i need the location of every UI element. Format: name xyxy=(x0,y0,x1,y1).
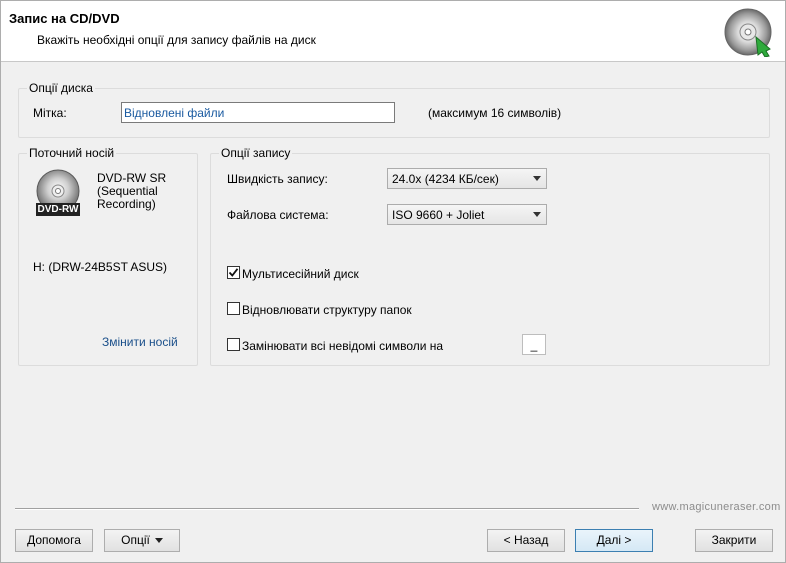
dvd-rw-disc-icon: DVD-RW xyxy=(34,169,82,219)
label-hint: (максимум 16 символів) xyxy=(428,106,562,120)
restore-structure-label[interactable]: Відновлювати структуру папок xyxy=(242,303,412,317)
write-options-group: Опції запису Швидкість запису: 24.0x (42… xyxy=(210,146,770,366)
wizard-subtitle: Вкажіть необхідні опції для запису файлі… xyxy=(37,33,316,47)
disc-options-title: Опції диска xyxy=(27,81,95,95)
disc-options-group: Опції диска Мітка: Відновлені файли (мак… xyxy=(18,81,770,138)
checkmark-icon xyxy=(228,268,239,277)
replace-char-input[interactable]: _ xyxy=(522,334,546,355)
cd-burn-icon xyxy=(722,7,774,58)
speed-select[interactable]: 24.0x (4234 КБ/сек) xyxy=(387,168,547,189)
filesystem-select[interactable]: ISO 9660 + Joliet xyxy=(387,204,547,225)
website-text: www.magicuneraser.com xyxy=(652,501,781,513)
multisession-label[interactable]: Мультисесійний диск xyxy=(242,267,359,281)
write-options-title: Опції запису xyxy=(219,146,293,160)
fs-label: Файлова система: xyxy=(227,208,329,222)
options-button[interactable]: Опції xyxy=(104,529,180,552)
close-button[interactable]: Закрити xyxy=(695,529,773,552)
chevron-down-icon xyxy=(154,538,163,544)
options-button-label: Опції xyxy=(121,533,150,547)
media-type-line1: DVD-RW SR xyxy=(97,171,167,185)
footer-divider-highlight xyxy=(15,509,639,510)
replace-chars-checkbox[interactable] xyxy=(227,338,240,351)
back-button[interactable]: < Назад xyxy=(487,529,565,552)
multisession-checkbox[interactable] xyxy=(227,266,240,279)
media-type-line3: Recording) xyxy=(97,197,156,211)
change-media-link[interactable]: Змінити носій xyxy=(102,335,178,349)
current-media-title: Поточний носій xyxy=(27,146,117,160)
chevron-down-icon xyxy=(533,176,541,181)
chevron-down-icon xyxy=(533,212,541,217)
wizard-header: Запис на CD/DVD Вкажіть необхідні опції … xyxy=(1,1,785,62)
speed-value: 24.0x (4234 КБ/сек) xyxy=(392,172,499,186)
replace-chars-label[interactable]: Замінювати всі невідомі символи на xyxy=(242,339,443,353)
label-caption: Мітка: xyxy=(33,106,67,120)
label-input[interactable]: Відновлені файли xyxy=(121,102,395,123)
next-button[interactable]: Далі > xyxy=(575,529,653,552)
help-button[interactable]: Допомога xyxy=(15,529,93,552)
wizard-window: Запис на CD/DVD Вкажіть необхідні опції … xyxy=(0,0,786,563)
fs-value: ISO 9660 + Joliet xyxy=(392,208,485,222)
current-media-group: Поточний носій DVD-RW DVD-RW SR (Sequent… xyxy=(18,146,198,366)
wizard-title: Запис на CD/DVD xyxy=(9,11,120,26)
speed-label: Швидкість запису: xyxy=(227,172,328,186)
restore-structure-checkbox[interactable] xyxy=(227,302,240,315)
media-type-line2: (Sequential xyxy=(97,184,158,198)
dvd-rw-badge: DVD-RW xyxy=(37,204,79,215)
drive-label: H: (DRW-24B5ST ASUS) xyxy=(33,260,168,274)
